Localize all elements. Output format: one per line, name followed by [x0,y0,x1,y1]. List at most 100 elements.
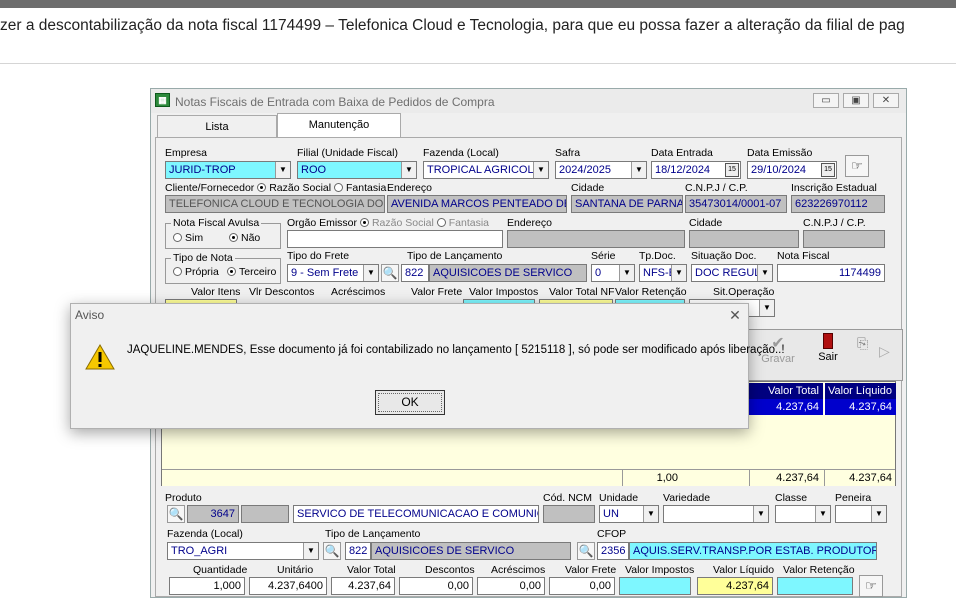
grid-footer-valor-liquido: 4.237,64 [824,470,896,486]
window-titlebar: ▦ Notas Fiscais de Entrada com Baixa de … [151,89,906,113]
chevron-down-icon: ▼ [753,506,768,522]
grid-cell-valor-liquido[interactable]: 4.237,64 [824,399,896,415]
item-fazenda-label: Fazenda (Local) [167,528,243,540]
classe-select[interactable]: ▼ [775,505,831,523]
copy-icon[interactable]: ⎘ [857,335,877,355]
search-icon[interactable]: 🔍 [167,505,185,523]
quantidade-label: Quantidade [193,564,248,576]
chat-message-text: zer a descontabilização da nota fiscal 1… [0,17,905,34]
item-tipo-lanc-label: Tipo de Lançamento [325,528,421,540]
variedade-select[interactable]: ▼ [663,505,769,523]
nao-radio[interactable]: Não [229,232,260,244]
classe-label: Classe [775,492,808,504]
chevron-down-icon: ▼ [275,162,290,178]
close-button[interactable]: ✕ [873,93,899,108]
sair-button[interactable]: Sair [807,333,849,377]
tab-manutencao[interactable]: Manutenção [277,113,401,137]
search-icon[interactable]: 🔍 [381,264,399,282]
orgao-cidade-label: Cidade [689,217,723,229]
tpdoc-select[interactable]: NFS-E ▼ [639,264,687,282]
item-tipo-lanc-code[interactable]: 822 [345,542,371,560]
cidade-label: Cidade [571,182,605,194]
hand-pointer-icon[interactable]: ☞ [859,575,883,597]
fazenda-label: Fazenda (Local) [423,147,499,159]
data-emissao-label: Data Emissão [747,147,813,159]
ok-button[interactable]: OK [375,390,445,415]
cod-ncm-label: Cód. NCM [543,492,593,504]
cliente-field[interactable]: TELEFONICA CLOUD E TECNOLOGIA DO BRA [165,195,385,213]
chevron-down-icon: ▼ [401,162,416,178]
vlr-descontos-label: Vlr Descontos [249,286,315,298]
valor-impostos-label: Valor Impostos [469,286,539,298]
close-icon[interactable]: ✕ [725,306,745,324]
tipo-frete-label: Tipo do Frete [287,250,350,262]
filial-label: Filial (Unidade Fiscal) [297,147,398,159]
safra-select[interactable]: 2024/2025 ▼ [555,161,647,179]
orgao-endereco-field [507,230,685,248]
quantidade-field[interactable]: 1,000 [169,577,245,595]
calendar-icon[interactable]: 15 [725,163,739,177]
unidade-select[interactable]: UN ▼ [599,505,659,523]
cfop-code[interactable]: 2356 [597,542,629,560]
chevron-down-icon: ▼ [815,506,830,522]
unitario-field[interactable]: 4.237,6400 [249,577,327,595]
item-valor-frete-field[interactable]: 0,00 [549,577,615,595]
chevron-down-icon: ▼ [671,265,686,281]
item-valor-retencao-label: Valor Retenção [783,564,855,576]
data-entrada-label: Data Entrada [651,147,713,159]
descontos-field[interactable]: 0,00 [399,577,473,595]
grid-cell-valor-total[interactable]: 4.237,64 [749,399,823,415]
search-icon[interactable]: 🔍 [577,542,595,560]
orgao-cnpj-field [803,230,885,248]
situacao-select[interactable]: DOC REGUL ▼ [691,264,773,282]
hand-pointer-icon[interactable]: ☞ [845,155,869,177]
tipo-frete-select[interactable]: 9 - Sem Frete ▼ [287,264,379,282]
dialog-message: JAQUELINE.MENDES, Esse documento já foi … [127,344,785,356]
situacao-label: Situação Doc. [691,250,757,262]
razao-social-radio[interactable] [257,183,267,192]
nota-fiscal-field[interactable]: 1174499 [777,264,885,282]
orgao-label: Orgão Emissor Razão Social Fantasia [287,217,490,229]
orgao-field[interactable] [287,230,503,248]
serie-select[interactable]: 0 ▼ [591,264,635,282]
orgao-cidade-field [689,230,799,248]
valor-frete-label: Valor Frete [411,286,463,298]
filial-select[interactable]: ROO ▼ [297,161,417,179]
sim-radio[interactable]: Sim [173,232,203,244]
fantasia-radio[interactable] [334,183,344,192]
valor-itens-label: Valor Itens [191,286,241,298]
peneira-select[interactable]: ▼ [835,505,887,523]
data-entrada-field[interactable]: 18/12/2024 15 [651,161,741,179]
grid-footer-valor-total: 4.237,64 [749,470,823,486]
variedade-label: Variedade [663,492,711,504]
arrow-right-icon[interactable]: ▷ [879,343,899,363]
minimize-button[interactable]: ▭ [813,93,839,108]
item-fazenda-select[interactable]: TRO_AGRI ▼ [167,542,319,560]
grid-footer-quantidade: 1,00 [622,470,682,486]
maximize-button[interactable]: ▣ [843,93,869,108]
terceiro-radio[interactable]: Terceiro [227,266,276,278]
item-valor-liquido-field: 4.237,64 [697,577,773,595]
empresa-select[interactable]: JURID-TROP ▼ [165,161,291,179]
item-valor-total-field[interactable]: 4.237,64 [331,577,395,595]
chevron-down-icon: ▼ [643,506,658,522]
acrescimos-label: Acréscimos [331,286,386,298]
serie-label: Série [591,250,616,262]
chevron-down-icon: ▼ [871,506,886,522]
produto-code[interactable]: 3647 [187,505,239,523]
propria-radio[interactable]: Própria [173,266,219,278]
search-icon[interactable]: 🔍 [323,542,341,560]
dialog-title: Aviso [75,308,105,322]
calendar-icon[interactable]: 15 [821,163,835,177]
item-tipo-lanc-field: AQUISICOES DE SERVICO [371,542,571,560]
item-valor-impostos-field [619,577,691,595]
fazenda-select[interactable]: TROPICAL AGRICOLA ▼ [423,161,549,179]
cidade-field: SANTANA DE PARNAIE [571,195,683,213]
tab-lista[interactable]: Lista [157,115,277,137]
tipo-lancamento-code[interactable]: 822 [401,264,429,282]
aviso-dialog: Aviso ✕ JAQUELINE.MENDES, Esse documento… [70,303,785,429]
item-acrescimos-field[interactable]: 0,00 [477,577,545,595]
item-valor-frete-label: Valor Frete [565,564,617,576]
data-emissao-field[interactable]: 29/10/2024 15 [747,161,837,179]
item-valor-retencao-field [777,577,853,595]
